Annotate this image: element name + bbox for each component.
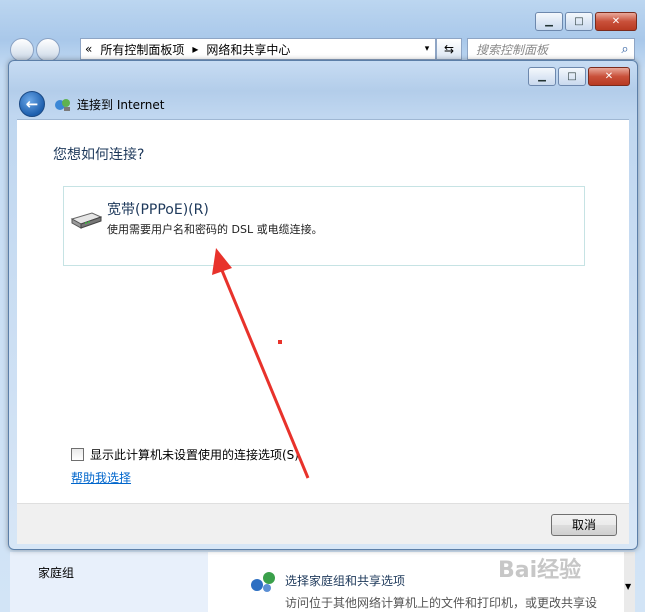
breadcrumb-control-panel[interactable]: 所有控制面板项: [100, 41, 184, 58]
sidebar-item-homegroup[interactable]: 家庭组: [38, 564, 74, 581]
breadcrumb-separator[interactable]: ▸: [192, 42, 198, 56]
search-icon[interactable]: ⌕: [616, 42, 634, 57]
nav-buttons: [10, 38, 62, 62]
outer-close-button[interactable]: ✕: [595, 12, 637, 31]
refresh-icon[interactable]: ⇆: [436, 38, 462, 60]
help-me-choose-link[interactable]: 帮助我选择: [71, 469, 131, 486]
show-options-checkbox-label[interactable]: 显示此计算机未设置使用的连接选项(S): [90, 446, 299, 463]
internet-connection-icon: [55, 99, 70, 111]
address-prefix: «: [85, 42, 93, 56]
scroll-down-icon[interactable]: ▼: [625, 582, 631, 591]
show-options-checkbox[interactable]: [71, 448, 84, 461]
page-heading: 您想如何连接?: [53, 147, 145, 163]
cancel-button[interactable]: 取消: [551, 514, 617, 536]
pppoe-option-description: 使用需要用户名和密码的 DSL 或电缆连接。: [107, 223, 323, 236]
dialog-caption-buttons: ▁ □ ✕: [528, 67, 630, 86]
pppoe-option[interactable]: 宽带(PPPoE)(R) 使用需要用户名和密码的 DSL 或电缆连接。: [63, 186, 585, 266]
breadcrumb-network-center[interactable]: 网络和共享中心: [206, 41, 290, 58]
homegroup-icon: [251, 572, 275, 592]
show-options-checkbox-row[interactable]: 显示此计算机未设置使用的连接选项(S): [71, 446, 299, 463]
address-dropdown-icon[interactable]: ▾: [419, 44, 435, 54]
dialog-close-button[interactable]: ✕: [588, 67, 630, 86]
homegroup-options-link[interactable]: 选择家庭组和共享选项: [285, 572, 405, 589]
dialog-title: 连接到 Internet: [77, 97, 165, 112]
pppoe-option-title: 宽带(PPPoE)(R): [107, 202, 209, 218]
address-bar[interactable]: « 所有控制面板项 ▸ 网络和共享中心 ▾: [80, 38, 436, 60]
dialog-footer: 取消: [17, 503, 629, 544]
scrollbar[interactable]: ▼: [624, 552, 635, 612]
search-input[interactable]: 搜索控制面板: [468, 41, 616, 58]
dialog-minimize-button[interactable]: ▁: [528, 67, 556, 86]
watermark-logo: Bai经验: [498, 558, 582, 583]
back-arrow-icon[interactable]: ←: [19, 91, 45, 117]
outer-maximize-button[interactable]: □: [565, 12, 593, 31]
forward-nav-button[interactable]: [36, 38, 60, 62]
outer-caption-buttons: ▁ □ ✕: [535, 12, 637, 31]
back-nav-button[interactable]: [10, 38, 34, 62]
search-box[interactable]: 搜索控制面板 ⌕: [467, 38, 635, 60]
modem-icon: [70, 212, 102, 229]
connect-dialog: ▁ □ ✕ ← 连接到 Internet 您想如何连接? 宽带(PPPoE)(R…: [8, 60, 638, 550]
dialog-header: ← 连接到 Internet: [19, 91, 164, 117]
outer-minimize-button[interactable]: ▁: [535, 12, 563, 31]
sidebar-homegroup: 家庭组: [10, 552, 208, 612]
dialog-content-panel: 您想如何连接? 宽带(PPPoE)(R) 使用需要用户名和密码的 DSL 或电缆…: [17, 119, 629, 504]
homegroup-description: 访问位于其他网络计算机上的文件和打印机，或更改共享设: [285, 596, 598, 610]
dialog-maximize-button[interactable]: □: [558, 67, 586, 86]
